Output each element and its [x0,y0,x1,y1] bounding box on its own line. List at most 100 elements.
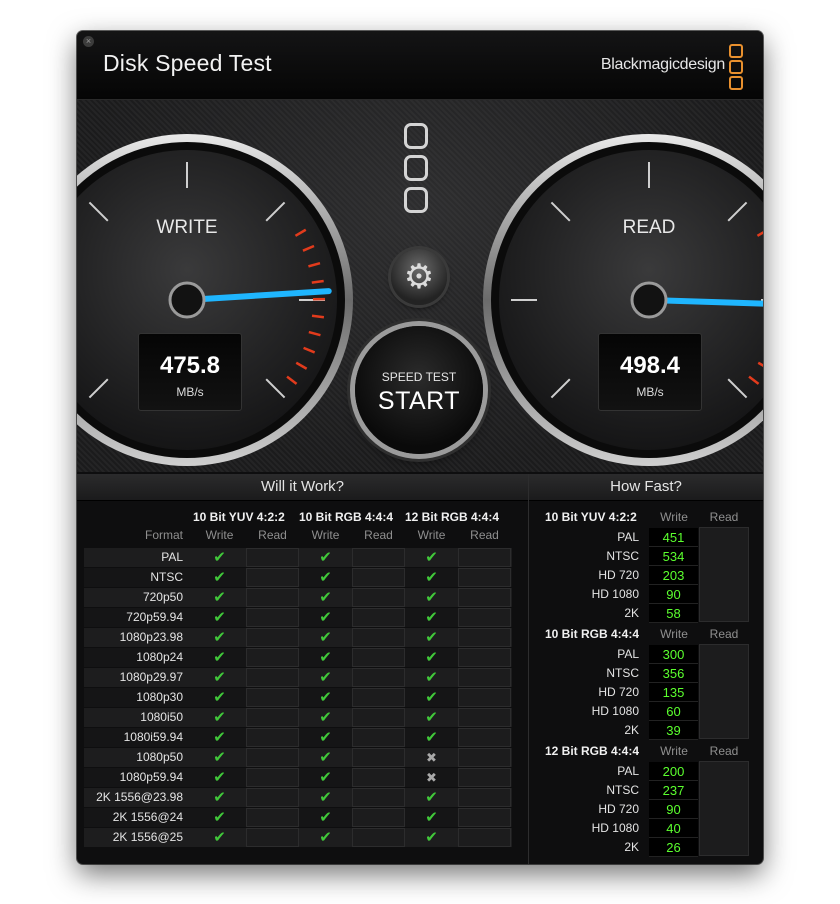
hf-format-label: PAL [617,647,639,661]
checkmark-icon: ✔ [213,609,226,626]
checkmark-icon: ✔ [319,749,332,766]
wiw-read-cell [458,648,511,667]
close-button[interactable]: × [83,36,94,47]
wiw-format-label: 720p50 [142,590,183,604]
wiw-column-header: Write [311,528,340,542]
checkmark-icon: ✔ [425,669,438,686]
hf-read-column [699,761,749,856]
wiw-read-cell [246,808,299,827]
settings-button[interactable]: ⚙ [391,249,447,305]
checkmark-icon: ✔ [425,629,438,646]
wiw-read-cell [458,708,511,727]
hf-section-header: 10 Bit RGB 4:4:4 [545,627,640,641]
wiw-read-cell [458,608,511,627]
hf-write-value: 200 [649,762,698,781]
hf-write-value: 39 [649,721,698,740]
checkmark-icon: ✔ [213,569,226,586]
wiw-read-cell [246,708,299,727]
gauge-hub [630,281,668,319]
hf-format-label: HD 1080 [591,704,639,718]
hf-read-column [699,644,749,739]
hf-format-label: HD 720 [598,568,639,582]
checkmark-icon: ✔ [425,589,438,606]
wiw-read-cell [246,828,299,847]
checkmark-icon: ✔ [425,609,438,626]
wiw-read-cell [458,728,511,747]
checkmark-icon: ✔ [425,789,438,806]
checkmark-icon: ✔ [319,789,332,806]
write-gauge-label: WRITE [156,217,218,238]
wiw-read-cell [458,548,511,567]
read-gauge-label: READ [622,217,676,238]
hf-write-value: 40 [649,819,698,838]
hf-format-label: HD 720 [598,685,639,699]
checkmark-icon: ✔ [425,549,438,566]
checkmark-icon: ✔ [213,649,226,666]
hf-write-value: 90 [649,585,698,604]
hf-section-header: 10 Bit YUV 4:2:2 [545,510,637,524]
wiw-read-cell [458,788,511,807]
hf-format-label: NTSC [606,783,639,797]
write-speed-unit: MB/s [176,385,204,399]
wiw-read-cell [458,668,511,687]
hf-column-header: Read [709,627,739,641]
wiw-read-cell [352,548,405,567]
wiw-read-cell [352,768,405,787]
start-button[interactable]: SPEED TEST START [355,326,483,454]
wiw-format-header: Format [144,528,183,542]
wiw-read-cell [352,808,405,827]
wiw-format-label: PAL [161,550,183,564]
wiw-read-cell [246,768,299,787]
cross-icon: ✖ [426,770,437,785]
start-button-label: START [377,387,461,415]
checkmark-icon: ✔ [319,569,332,586]
wiw-format-label: 2K 1556@23.98 [96,790,183,804]
hf-section-header: 12 Bit RGB 4:4:4 [545,744,640,758]
title-bar: × Disk Speed Test Blackmagicdesign [77,31,763,100]
wiw-read-cell [352,728,405,747]
gear-icon: ⚙ [403,258,435,296]
will-it-work-title: Will it Work? [77,474,528,501]
checkmark-icon: ✔ [213,809,226,826]
write-readout: 475.8 MB/s [138,333,242,411]
wiw-format-label: 1080p59.94 [119,770,183,784]
wiw-read-cell [458,748,511,767]
checkmark-icon: ✔ [319,669,332,686]
wiw-column-header: Write [417,528,446,542]
how-fast-title: How Fast? [529,474,763,501]
hf-format-label: HD 720 [598,802,639,816]
checkmark-icon: ✔ [213,689,226,706]
hf-write-value: 534 [649,547,698,566]
checkmark-icon: ✔ [319,549,332,566]
gauge-redline-tick [311,279,324,284]
wiw-read-cell [352,608,405,627]
checkmark-icon: ✔ [213,769,226,786]
wiw-format-label: 2K 1556@24 [112,810,183,824]
wiw-format-label: 1080p30 [136,690,183,704]
wiw-read-cell [246,748,299,767]
checkmark-icon: ✔ [213,749,226,766]
cross-icon: ✖ [426,750,437,765]
checkmark-icon: ✔ [319,829,332,846]
wiw-format-label: NTSC [150,570,183,584]
brand-logo-icon [729,44,743,90]
checkmark-icon: ✔ [425,569,438,586]
wiw-read-cell [352,748,405,767]
wiw-format-label: 2K 1556@25 [112,830,183,844]
wiw-format-label: 1080p29.97 [119,670,183,684]
wiw-read-cell [352,788,405,807]
wiw-column-header: Write [205,528,234,542]
wiw-read-cell [246,648,299,667]
checkmark-icon: ✔ [319,729,332,746]
checkmark-icon: ✔ [425,649,438,666]
hf-write-value: 451 [649,528,698,547]
wiw-group-header: 10 Bit YUV 4:2:2 [193,510,285,524]
wiw-read-cell [352,688,405,707]
wiw-group-header: 10 Bit RGB 4:4:4 [299,510,394,524]
wiw-read-cell [458,688,511,707]
checkmark-icon: ✔ [213,829,226,846]
write-speed-value: 475.8 [159,352,221,379]
wiw-format-label: 1080p50 [136,750,183,764]
wiw-read-cell [458,628,511,647]
checkmark-icon: ✔ [319,769,332,786]
